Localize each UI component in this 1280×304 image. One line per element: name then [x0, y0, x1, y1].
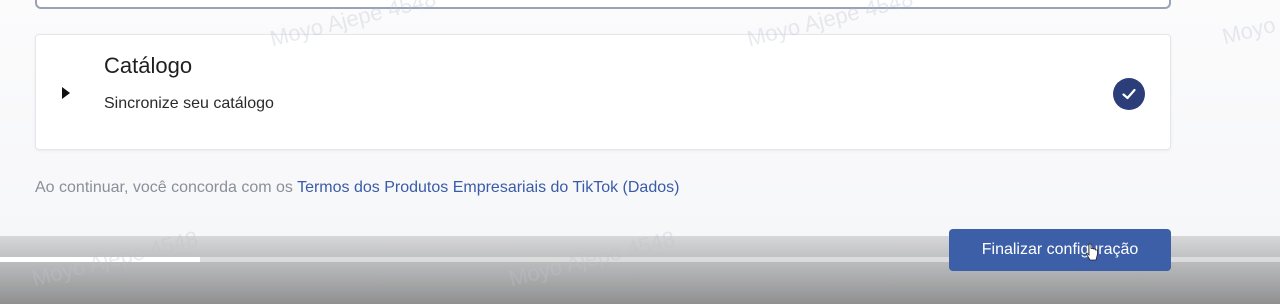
catalog-card[interactable]: Catálogo Sincronize seu catálogo — [35, 34, 1171, 150]
catalog-title: Catálogo — [104, 53, 193, 78]
video-progress-fill — [0, 257, 200, 262]
page: Catálogo Sincronize seu catálogo Ao cont… — [0, 0, 1280, 304]
caret-right-icon[interactable] — [62, 87, 70, 99]
terms-prefix: Ao continuar, você concorda com os — [35, 179, 298, 196]
finish-setup-button[interactable]: Finalizar configuração — [949, 229, 1171, 271]
terms-link[interactable]: Termos dos Produtos Empresariais do TikT… — [297, 179, 679, 196]
previous-card — [35, 0, 1171, 9]
check-circle-icon — [1113, 78, 1145, 110]
watermark: Moyo — [1219, 11, 1278, 50]
catalog-subtitle: Sincronize seu catálogo — [104, 95, 274, 112]
hand-cursor-icon — [1086, 243, 1098, 261]
terms-notice: Ao continuar, você concorda com os Termo… — [35, 179, 679, 197]
